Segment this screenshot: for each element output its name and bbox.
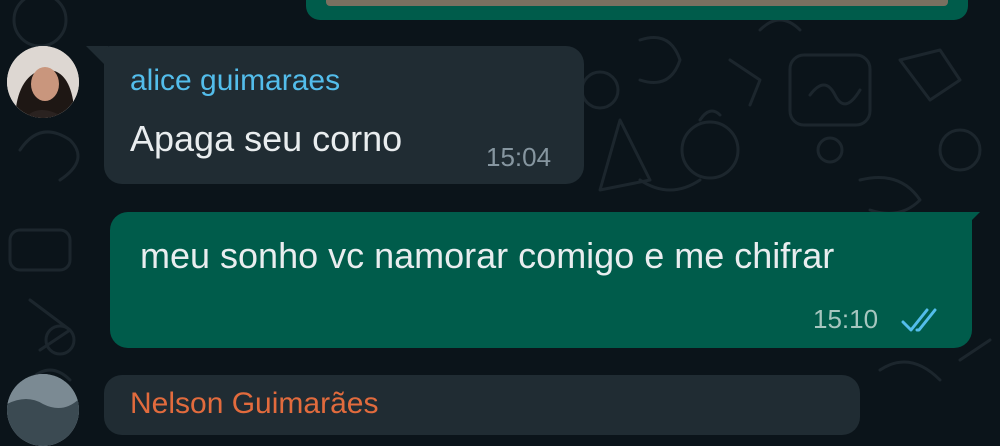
incoming-message-bubble[interactable]: alice guimaraes Apaga seu corno 15:04: [104, 46, 584, 184]
media-message-bubble[interactable]: [306, 0, 968, 20]
media-thumbnail[interactable]: [326, 0, 948, 6]
message-text: Apaga seu corno: [130, 118, 403, 159]
double-check-read-icon: [901, 308, 937, 332]
outgoing-message-bubble[interactable]: meu sonho vc namorar comigo e me chifrar…: [110, 212, 972, 348]
message-time: 15:10: [813, 304, 879, 334]
message-text: meu sonho vc namorar comigo e me chifrar: [140, 235, 835, 276]
avatar[interactable]: [7, 46, 79, 118]
sender-name[interactable]: alice guimaraes: [130, 64, 340, 98]
profile-photo-icon: [7, 374, 79, 446]
message-time: 15:04: [486, 142, 552, 172]
profile-photo-icon: [7, 46, 79, 118]
message-meta: 15:10: [813, 304, 937, 336]
sender-name[interactable]: Nelson Guimarães: [130, 387, 378, 421]
incoming-message-bubble[interactable]: Nelson Guimarães: [104, 375, 860, 435]
avatar[interactable]: [7, 374, 79, 446]
